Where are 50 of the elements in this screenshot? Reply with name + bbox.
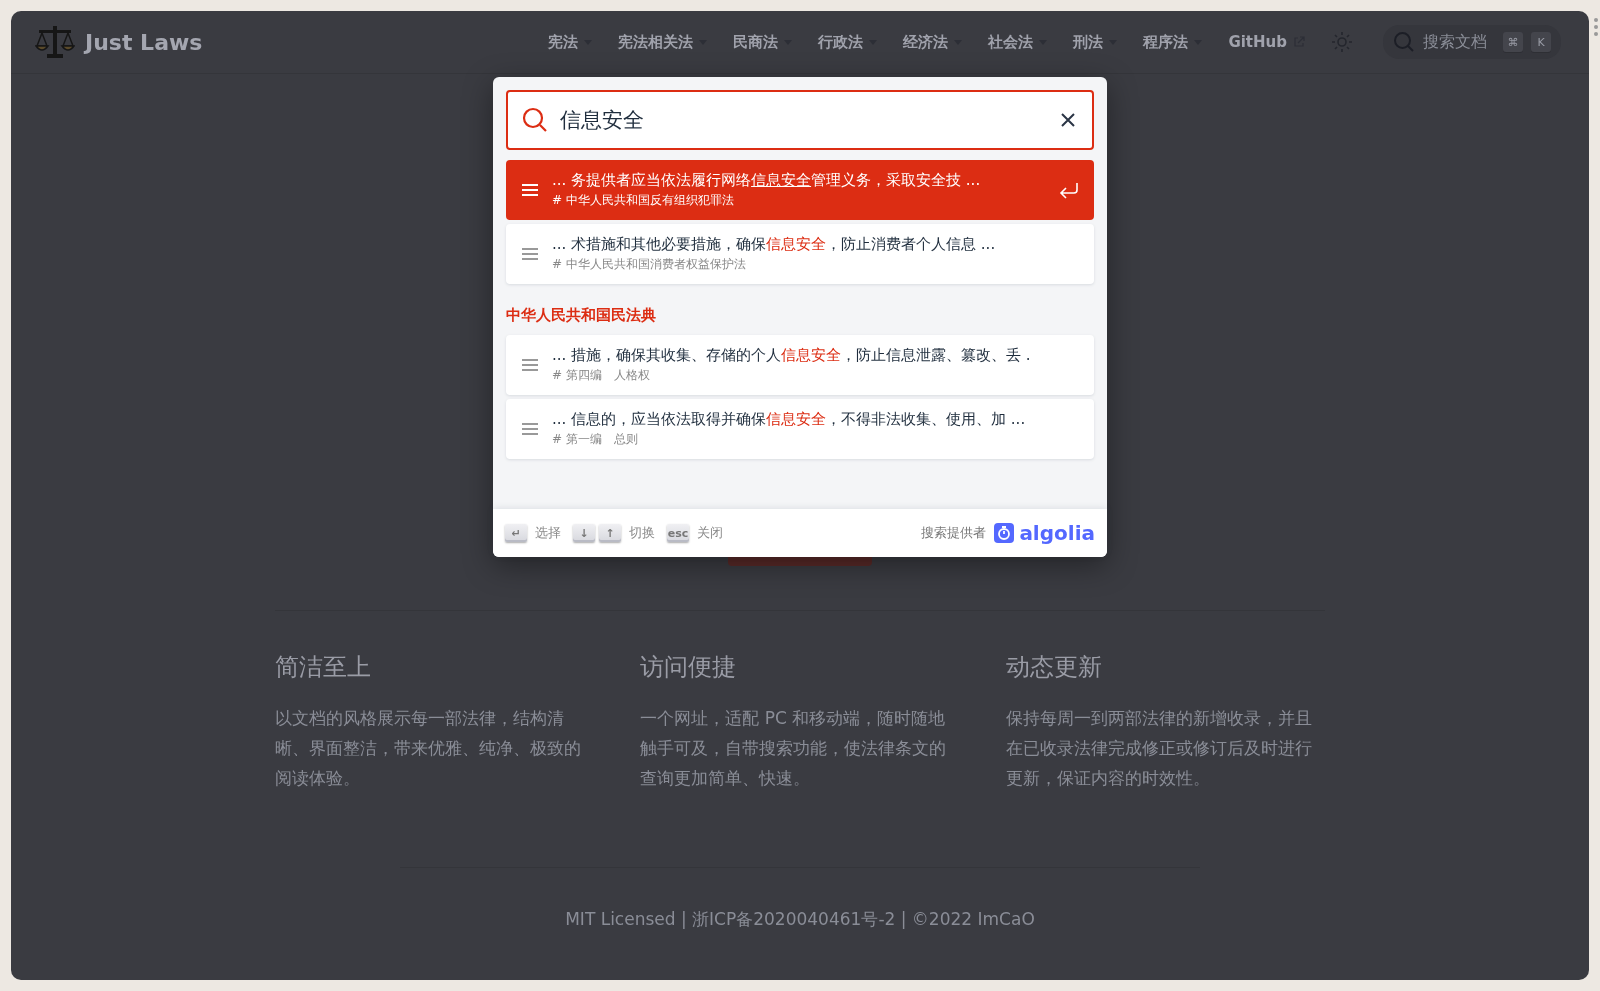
keyboard-key: ↵ (505, 524, 527, 542)
search-result[interactable]: ... 务提供者应当依法履行网络信息安全管理义务，采取安全技 ... # 中华人民共和国反有组织犯罪法 (506, 160, 1094, 220)
search-button[interactable]: 搜索文档 ⌘ K (1383, 25, 1561, 59)
stopwatch-icon (994, 523, 1015, 543)
provider-logo[interactable]: algolia (994, 521, 1095, 545)
nav-link[interactable]: 经济法 (903, 32, 963, 52)
footer-text: MIT Licensed | 浙ICP备2020040461号-2 | ©2022 ImCaO (565, 908, 1035, 931)
site-title[interactable]: Just Laws (85, 29, 203, 55)
enter-icon (1058, 180, 1080, 200)
hint-label: 关闭 (697, 524, 723, 542)
search-input[interactable]: 信息安全 (558, 107, 1048, 133)
hero-button[interactable] (728, 556, 872, 566)
search-result[interactable]: ... 措施，确保其收集、存储的个人信息安全，防止信息泄露、篡改、丢 . # 第四编 人格权 (506, 335, 1094, 395)
feature-title: 访问便捷 (640, 652, 738, 683)
group-heading: 中华人民共和国民法典 (506, 306, 657, 325)
result-path: # 中华人民共和国反有组织犯罪法 (552, 192, 735, 209)
keyboard-key: ⌘ (1503, 32, 1523, 52)
nav-link[interactable]: 程序法 (1143, 32, 1203, 52)
result-snippet: ... 信息的，应当依法取得并确保信息安全，不得非法收集、使用、加 ... (552, 410, 1027, 429)
result-path: # 第四编 人格权 (552, 367, 651, 384)
nav-link[interactable]: 刑法 (1073, 32, 1118, 52)
keyboard-key: ↓ (573, 524, 595, 542)
nav-link[interactable]: 宪法相关法 (618, 32, 708, 52)
hint-label: 切换 (629, 524, 655, 542)
nav-link[interactable]: GitHub (1228, 33, 1305, 51)
search-icon (1393, 31, 1415, 53)
result-path: # 中华人民共和国消费者权益保护法 (552, 256, 747, 273)
search-field[interactable]: 信息安全 (506, 90, 1094, 150)
keyboard-key: ↑ (599, 524, 621, 542)
feature-description: 保持每周一到两部法律的新增收录，并且在已收录法律完成修正或修订后及时进行更新，保证内容的时效性。 (1005, 707, 1313, 790)
nav-link[interactable]: 行政法 (818, 32, 878, 52)
feature-title: 动态更新 (1005, 652, 1103, 683)
search-result[interactable]: ... 术措施和其他必要措施，确保信息安全，防止消费者个人信息 ... # 中华人民共和国消费者权益保护法 (506, 224, 1094, 284)
nav-link[interactable]: 民商法 (733, 32, 793, 52)
nav-link[interactable]: 宪法 (548, 32, 593, 52)
result-snippet: ... 术措施和其他必要措施，确保信息安全，防止消费者个人信息 ... (552, 235, 997, 254)
result-snippet: ... 措施，确保其收集、存储的个人信息安全，防止信息泄露、篡改、丢 . (552, 346, 1032, 365)
keyboard-key: esc (667, 524, 689, 542)
feature-description: 以文档的风格展示每一部法律，结构清晰、界面整洁，带来优雅、纯净、极致的阅读体验。 (275, 707, 582, 790)
search-icon (522, 107, 548, 133)
provider-label: 搜索提供者 (921, 524, 987, 542)
keyboard-key: K (1531, 32, 1551, 52)
result-path: # 第一编 总则 (552, 431, 639, 448)
nav-link[interactable]: 社会法 (988, 32, 1048, 52)
search-placeholder: 搜索文档 (1423, 31, 1487, 53)
feature-title: 简洁至上 (275, 652, 372, 683)
hint-label: 选择 (535, 524, 561, 542)
result-snippet: ... 务提供者应当依法履行网络信息安全管理义务，采取安全技 ... (552, 171, 982, 190)
search-result[interactable]: ... 信息的，应当依法取得并确保信息安全，不得非法收集、使用、加 ... # 第一编 总则 (506, 399, 1094, 459)
feature-description: 一个网址，适配 PC 和移动端，随时随地触手可及，自带搜索功能，使法律条文的查询更加简单、快速。 (640, 707, 948, 790)
